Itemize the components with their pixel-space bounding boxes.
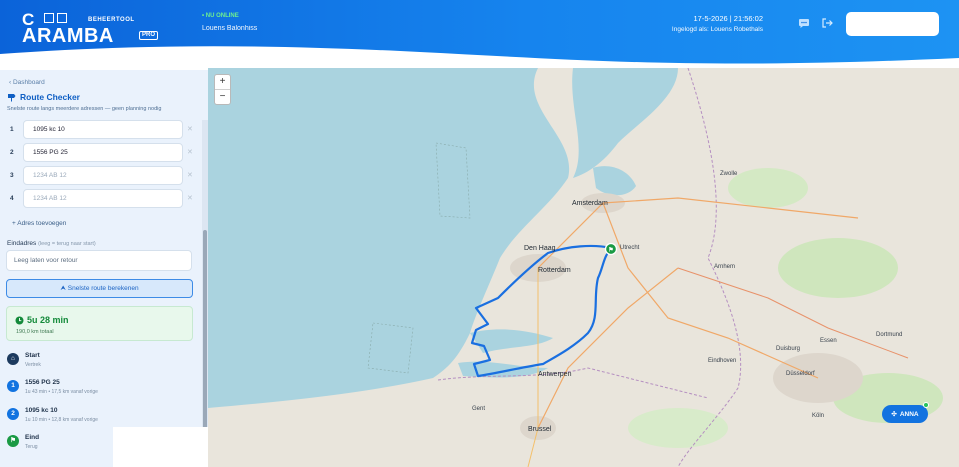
step-detail: Vertrek (25, 362, 41, 368)
end-address-label-text: Eindadres (7, 240, 37, 247)
logo-tagline: BEHEERTOOL (88, 17, 135, 23)
route-sign-icon (8, 93, 16, 101)
city-label: Dortmund (876, 332, 903, 338)
route-step: 1 1556 PG 25 1u 43 min • 17,5 km vanaf v… (6, 378, 196, 402)
user-status: • NU ONLINE Louens Balonhiss (202, 13, 257, 32)
current-datetime: 17-5-2026 | 21:56:02 (693, 14, 763, 23)
page-title-text: Route Checker (20, 92, 80, 102)
end-address-input[interactable]: Leeg laten voor retour (6, 250, 192, 271)
forest-area (728, 168, 808, 208)
result-duration-text: 5u 28 min (27, 315, 69, 325)
logged-in-as: Ingelogd als: Louens Robethals (671, 26, 763, 33)
end-address-hint: (leeg = terug naar start) (38, 241, 96, 247)
route-map[interactable]: ⚑ + − Amsterdam Den Haag Rotterdam Antwe… (208, 68, 959, 467)
lake-area (593, 166, 636, 196)
zoom-control: + − (214, 74, 231, 105)
remove-stop-icon[interactable]: ✕ (187, 171, 193, 179)
forest-area (628, 408, 728, 448)
assistant-icon: ✣ (891, 411, 897, 418)
user-name: Louens Balonhiss (202, 25, 258, 32)
datetime-block: 17-5-2026 | 21:56:02 Ingelogd als: Louen… (672, 14, 763, 33)
flag-icon: ⚑ (7, 435, 19, 447)
lake-area (572, 68, 678, 178)
city-label: Den Haag (524, 245, 556, 252)
city-label: Arnhem (714, 264, 736, 270)
anna-label: ANNA (899, 410, 919, 418)
remove-stop-icon[interactable]: ✕ (187, 125, 193, 133)
page-subtitle: Snelste route langs meerdere adressen — … (7, 106, 162, 112)
city-label: Duisburg (776, 346, 801, 352)
stop-row: 4 1234 AB 12 ✕ (6, 189, 196, 209)
route-result-card: 5u 28 min 190,0 km totaal (6, 306, 193, 341)
end-address-label: Eindadres (leeg = terug naar start) (7, 240, 96, 247)
city-label: Essen (820, 338, 837, 344)
step-detail: 1u 10 min • 12,8 km vanaf vorige (25, 417, 98, 423)
city-label: Köln (812, 413, 825, 419)
estuary (470, 329, 553, 353)
result-duration: 5u 28 min (15, 315, 69, 325)
stop-number: 1 (10, 126, 14, 133)
map-canvas[interactable]: ⚑ (208, 68, 959, 467)
chat-icon[interactable] (798, 17, 810, 29)
route-panel: ‹ Dashboard Route Checker Snelste route … (0, 70, 208, 467)
assistant-online-dot (923, 402, 929, 408)
city-label: Gent (472, 406, 486, 412)
zoom-in-button[interactable]: + (215, 75, 230, 89)
logo[interactable]: C BEHEERTOOL ARAMBA PRO (22, 10, 159, 47)
navigation-icon: ⮝ (60, 285, 68, 292)
clock-icon (15, 316, 24, 324)
stop-row: 2 1556 PG 25 ✕ (6, 143, 196, 163)
city-label: Rotterdam (538, 267, 571, 274)
city-label: Zwolle (720, 171, 738, 177)
add-address-button[interactable]: + Adres toevoegen (12, 220, 66, 227)
zoom-out-button[interactable]: − (215, 90, 230, 104)
stop-number: 4 (10, 195, 14, 202)
page-title: Route Checker (7, 92, 80, 102)
top-header: C BEHEERTOOL ARAMBA PRO • NU ONLINE Loue… (0, 0, 959, 70)
stop-address-input[interactable]: 1095 kc 10 (23, 120, 183, 139)
forest-area (778, 238, 898, 298)
stop-row: 3 1234 AB 12 ✕ (6, 166, 196, 186)
step-detail: Terug (25, 444, 38, 450)
home-icon: ⌂ (7, 353, 19, 365)
step-badge: 1 (7, 380, 19, 392)
stop-number: 3 (10, 172, 14, 179)
city-label: Düsseldorf (786, 371, 815, 377)
step-title: Start (25, 352, 40, 359)
remove-stop-icon[interactable]: ✕ (187, 148, 193, 156)
stop-address-input[interactable]: 1234 AB 12 (23, 166, 183, 185)
step-detail: 1u 43 min • 17,5 km vanaf vorige (25, 389, 98, 395)
online-indicator: • NU ONLINE (202, 13, 239, 19)
stop-row: 1 1095 kc 10 ✕ (6, 120, 196, 140)
stop-address-input[interactable]: 1556 PG 25 (23, 143, 183, 162)
city-label: Antwerpen (538, 371, 572, 378)
back-to-dashboard-link[interactable]: ‹ Dashboard (9, 79, 45, 86)
logout-icon[interactable] (821, 17, 833, 29)
highway (537, 267, 679, 429)
step-title: Eind (25, 434, 40, 441)
logo-boxes-icon (44, 13, 80, 25)
step-title: 1095 kc 10 (25, 407, 58, 414)
city-label: Brussel (528, 426, 552, 433)
logo-pro-badge: PRO (139, 31, 159, 40)
header-wave (0, 46, 959, 70)
city-label: Amsterdam (572, 200, 608, 207)
anna-assistant-button[interactable]: ✣ ANNA (882, 405, 928, 423)
header-action-button[interactable] (846, 12, 939, 36)
calculate-route-label: Snelste route berekenen (67, 285, 139, 292)
city-label: Utrecht (620, 245, 640, 251)
stop-number: 2 (10, 149, 14, 156)
route-step: ⌂ Start Vertrek (6, 351, 196, 375)
sea-area (208, 68, 570, 408)
city-label: Eindhoven (708, 358, 737, 364)
start-marker-glyph: ⚑ (608, 247, 613, 254)
app-root: C BEHEERTOOL ARAMBA PRO • NU ONLINE Loue… (0, 0, 959, 467)
result-distance: 190,0 km totaal (16, 329, 54, 335)
stop-address-input[interactable]: 1234 AB 12 (23, 189, 183, 208)
calculate-route-button[interactable]: ⮝ Snelste route berekenen (6, 279, 193, 298)
step-badge: 2 (7, 408, 19, 420)
remove-stop-icon[interactable]: ✕ (187, 194, 193, 202)
step-title: 1556 PG 25 (25, 379, 60, 386)
blank-overlay (113, 427, 208, 467)
